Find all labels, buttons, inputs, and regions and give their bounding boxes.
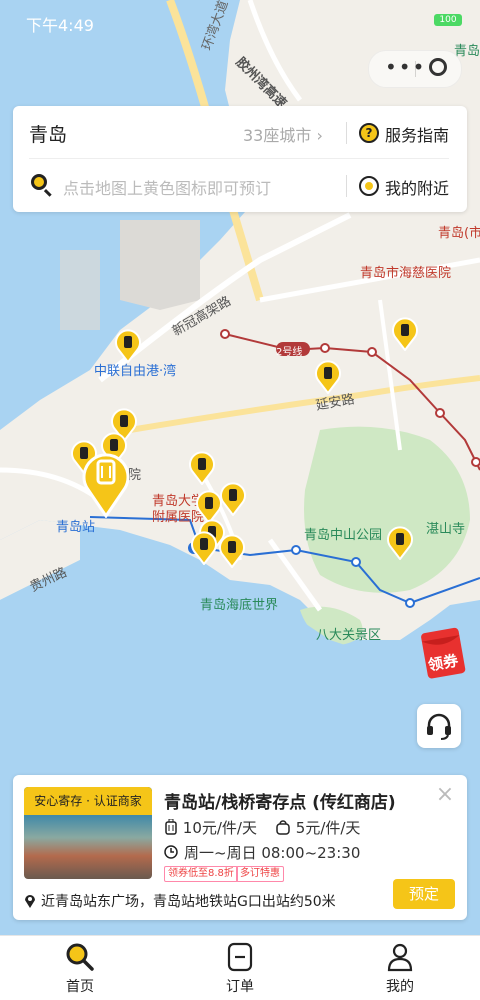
tab-orders[interactable]: 订单 xyxy=(160,936,320,1000)
search-card: 青岛 33座城市 › ? 服务指南 点击地图上黄色图标即可预订 我的附近 xyxy=(13,106,467,212)
tab-profile-label: 我的 xyxy=(386,979,414,995)
service-guide-link[interactable]: 服务指南 xyxy=(385,122,449,146)
city-count-label: 33座城市 xyxy=(243,126,312,145)
promo-tag: 多订特惠 xyxy=(236,866,284,882)
person-icon xyxy=(387,943,413,972)
tab-orders-label: 订单 xyxy=(226,979,254,995)
store-title: 青岛站/栈桥寄存点 (传红商店) xyxy=(164,793,396,813)
locate-icon[interactable] xyxy=(359,176,379,196)
hospital-label-haici: 青岛市海慈医院 xyxy=(360,266,452,281)
headset-icon xyxy=(427,713,451,740)
battery-icon: 100 xyxy=(434,14,462,26)
badaguan-label: 八大关景区 xyxy=(316,628,382,643)
store-address: 近青岛站东广场，青岛站地铁站G口出站约50米 xyxy=(41,894,336,910)
search-hint[interactable]: 点击地图上黄色图标即可预订 xyxy=(63,175,271,199)
bag-price: 5元/件/天 xyxy=(275,817,360,838)
luggage-icon xyxy=(165,818,177,835)
search-icon xyxy=(31,174,47,190)
luggage-price: 10元/件/天 xyxy=(164,817,257,838)
tab-home-label: 首页 xyxy=(66,979,94,995)
divider xyxy=(346,175,347,197)
store-photo: 安心寄存 · 认证商家 xyxy=(24,787,152,879)
city-count-link[interactable]: 33座城市 › xyxy=(243,122,323,146)
more-icon[interactable]: ••• xyxy=(385,55,426,79)
aquarium-label: 青岛海底世界 xyxy=(200,598,279,613)
capsule-divider xyxy=(415,61,416,77)
location-pin-icon xyxy=(25,895,35,908)
status-bar: 下午4:49 100 xyxy=(0,0,480,40)
locker-pin[interactable] xyxy=(191,531,217,565)
tab-bar: 首页 订单 我的 xyxy=(0,935,480,1000)
order-icon xyxy=(227,942,253,972)
coupon-button[interactable]: 领券 xyxy=(420,624,468,680)
selected-locker-pin[interactable] xyxy=(82,448,130,518)
store-card[interactable]: 安心寄存 · 认证商家 青岛站/栈桥寄存点 (传红商店) × 10元/件/天 5… xyxy=(13,775,467,920)
tab-home[interactable]: 首页 xyxy=(0,936,160,1000)
customer-service-button[interactable] xyxy=(417,704,461,748)
locker-pin[interactable] xyxy=(219,534,245,568)
locker-pin[interactable] xyxy=(392,317,418,351)
discount-tag: 领券低至8.8折 xyxy=(164,866,238,882)
tab-profile[interactable]: 我的 xyxy=(320,936,480,1000)
metro-line-label: 2号线 xyxy=(276,347,303,358)
temple-label: 湛山寺 xyxy=(426,522,466,537)
backpack-icon xyxy=(276,820,290,835)
city-selector[interactable]: 青岛 xyxy=(29,120,67,147)
locker-pin[interactable] xyxy=(189,451,215,485)
divider xyxy=(346,122,347,144)
locker-pin[interactable] xyxy=(315,360,341,394)
close-miniprogram-icon[interactable] xyxy=(429,58,447,76)
station-label: 青岛站 xyxy=(56,520,96,535)
divider xyxy=(29,158,449,159)
close-icon[interactable]: × xyxy=(435,784,455,806)
north-city-label: 青岛(市北 xyxy=(438,226,480,241)
nearby-button[interactable]: 我的附近 xyxy=(385,175,449,199)
search-icon xyxy=(66,943,94,971)
bag-price-text: 5元/件/天 xyxy=(295,819,361,837)
luggage-price-text: 10元/件/天 xyxy=(182,819,257,837)
locker-pin[interactable] xyxy=(387,526,413,560)
locker-pin[interactable] xyxy=(220,482,246,516)
park-label: 青岛中山公园 xyxy=(304,528,383,543)
book-button[interactable]: 预定 xyxy=(393,879,455,909)
status-time: 下午4:49 xyxy=(26,16,94,35)
certified-badge: 安心寄存 · 认证商家 xyxy=(24,787,152,815)
miniprogram-capsule[interactable]: ••• xyxy=(368,50,462,88)
help-icon[interactable]: ? xyxy=(359,123,379,143)
locker-pin[interactable] xyxy=(115,329,141,363)
opening-hours: 周一~周日 08:00~23:30 xyxy=(184,844,361,862)
clock-icon xyxy=(164,845,178,859)
